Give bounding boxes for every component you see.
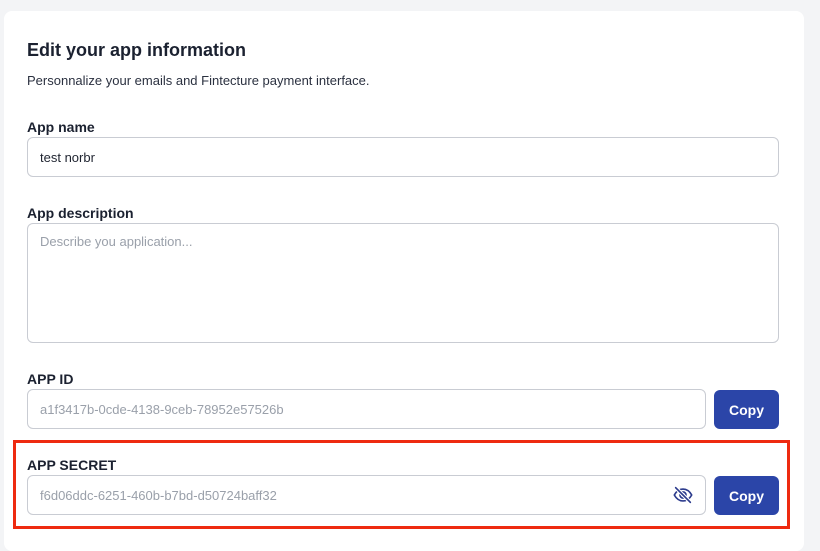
app-secret-input[interactable]	[27, 475, 706, 515]
app-secret-label: APP SECRET	[27, 457, 117, 473]
app-description-label: App description	[27, 205, 134, 221]
app-id-label: APP ID	[27, 371, 74, 387]
eye-slash-icon[interactable]	[672, 484, 694, 506]
app-id-input[interactable]	[27, 389, 706, 429]
copy-app-id-button[interactable]: Copy	[714, 390, 779, 429]
page-title: Edit your app information	[27, 40, 246, 60]
copy-app-secret-button[interactable]: Copy	[714, 476, 779, 515]
page-subtitle: Personnalize your emails and Fintecture …	[27, 73, 370, 88]
app-name-input[interactable]	[27, 137, 779, 177]
app-description-textarea[interactable]	[27, 223, 779, 343]
app-name-label: App name	[27, 119, 95, 135]
